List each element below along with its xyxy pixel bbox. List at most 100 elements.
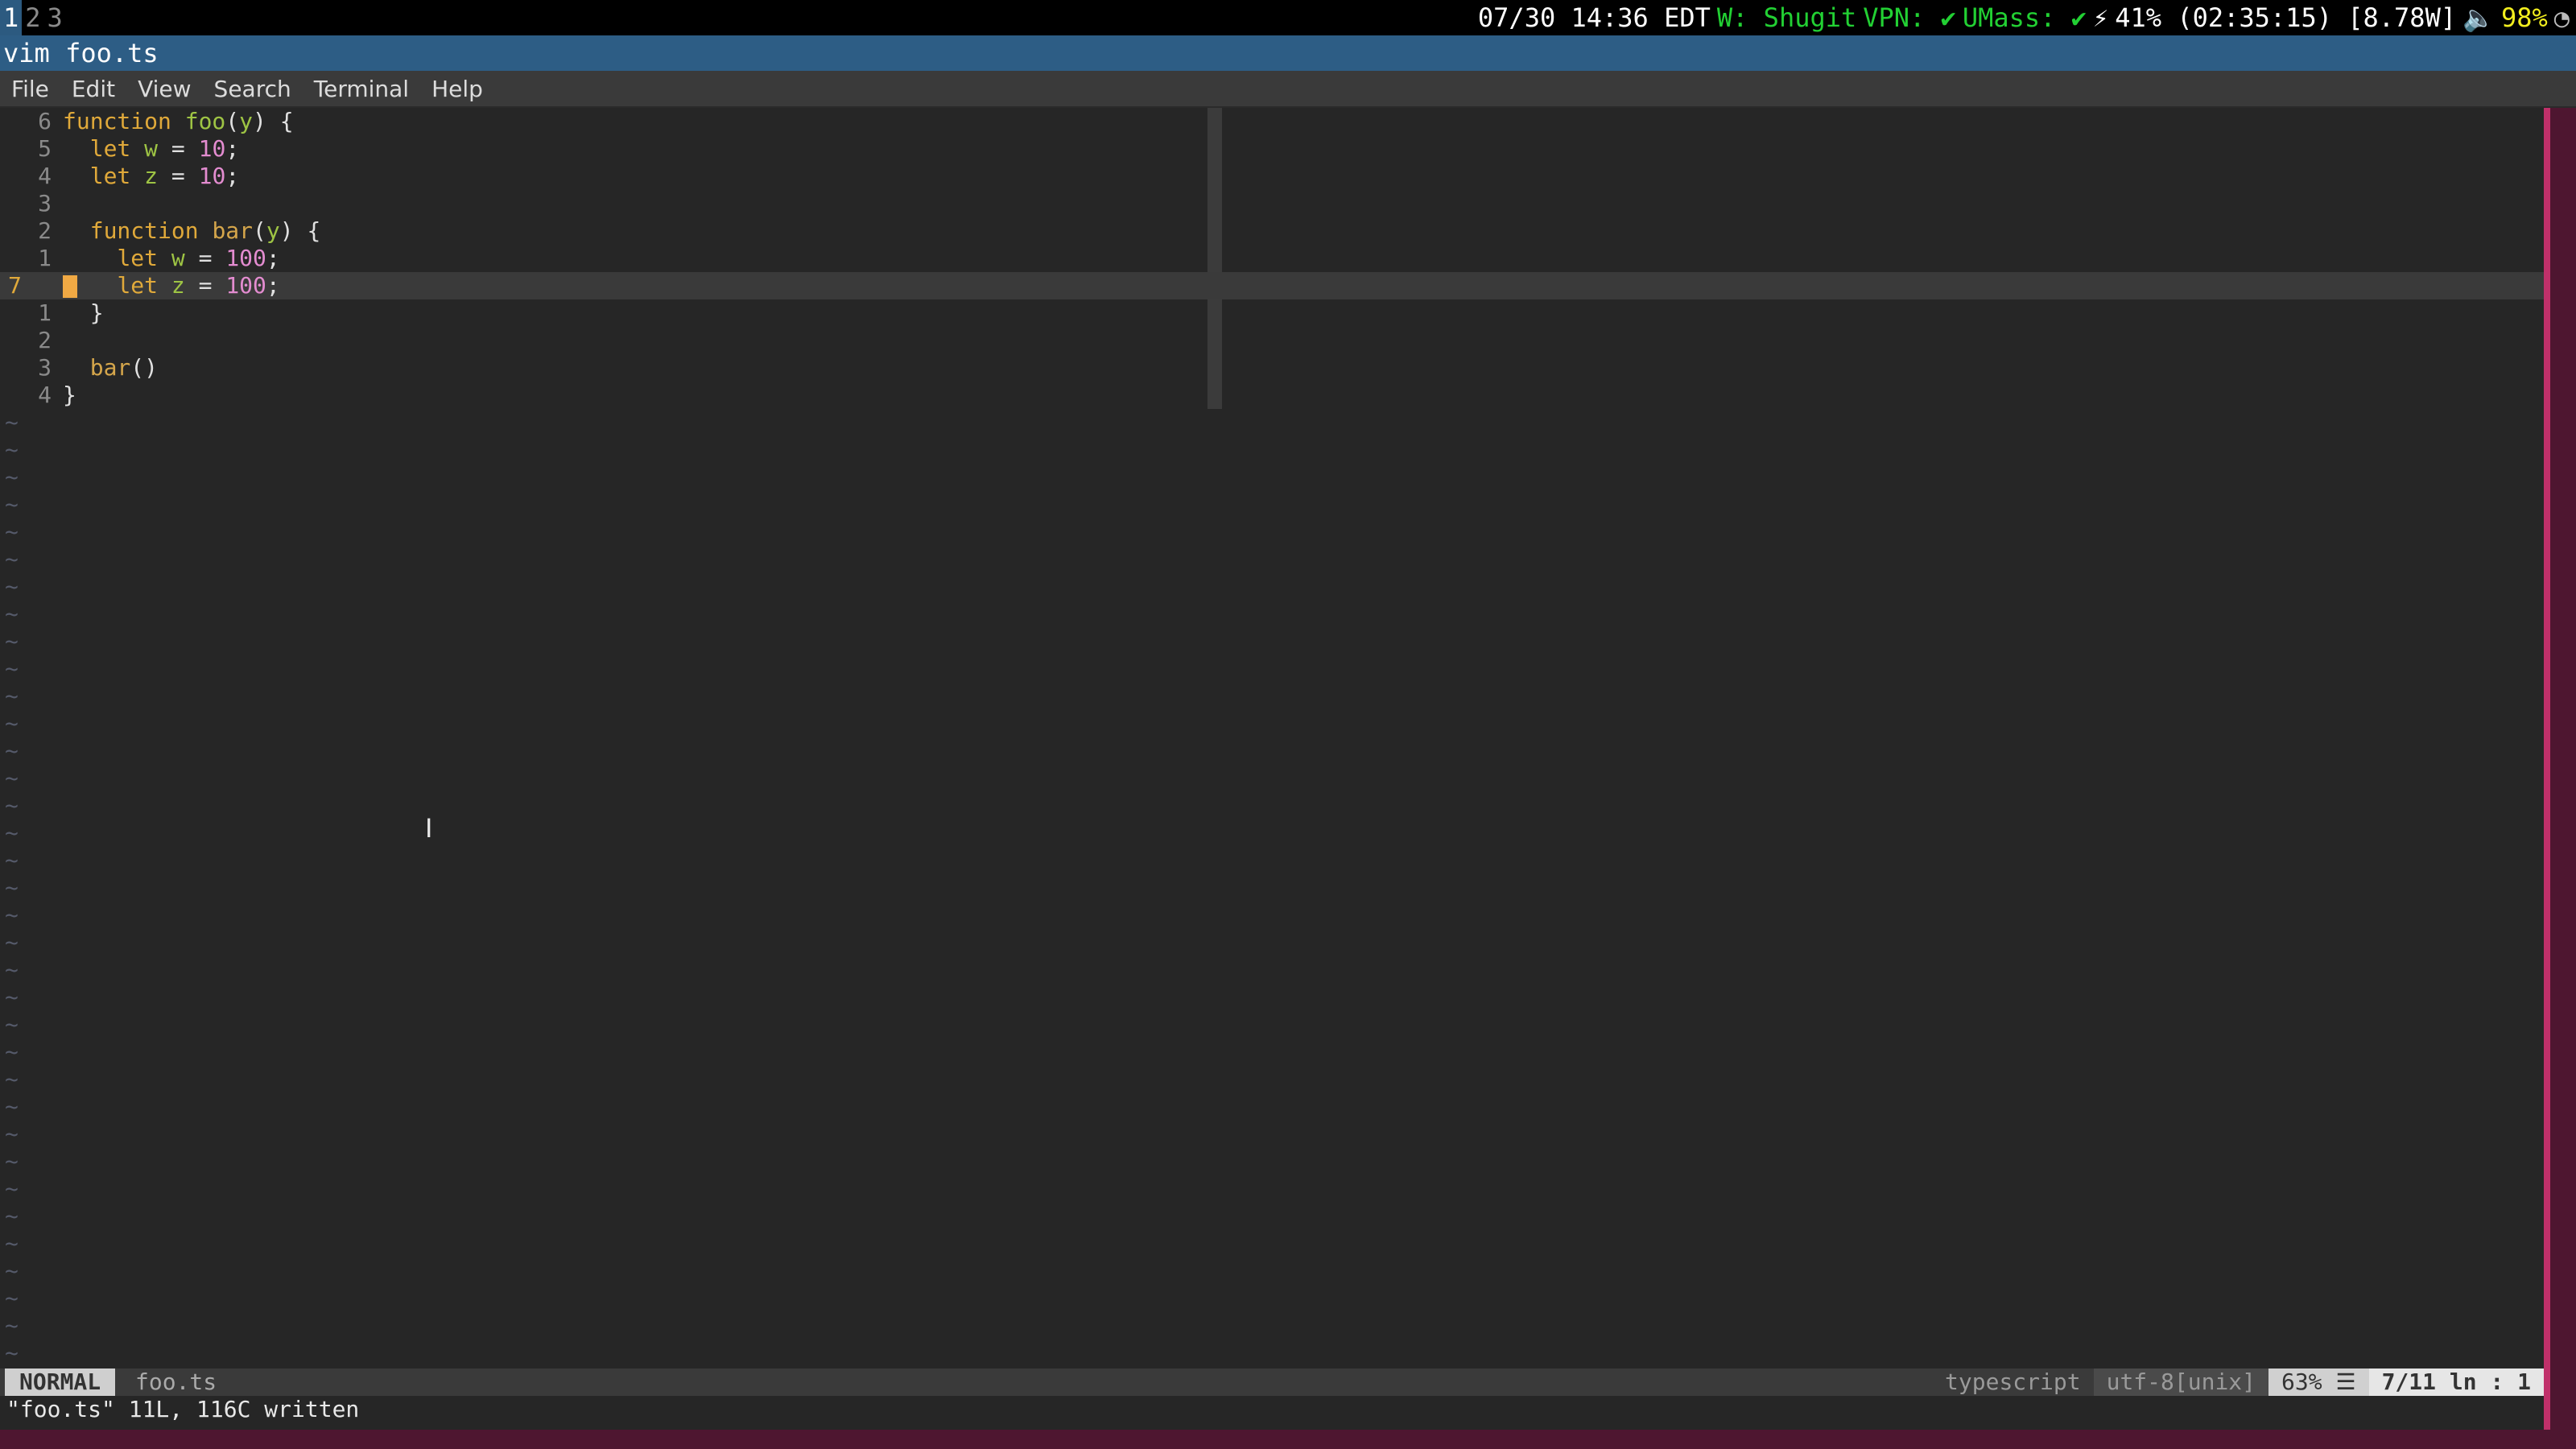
code-line[interactable]: 1 let w = 100; [0,245,2544,272]
menu-edit[interactable]: Edit [60,76,126,102]
empty-line-tilde: ~ [5,792,19,819]
empty-line-tilde: ~ [5,737,19,764]
line-number: 4 [38,382,52,408]
code-text[interactable]: let w = 100; [63,245,279,272]
network-icon: ◔ [2553,2,2570,33]
umass-status: UMass: ✔ [1962,2,2087,33]
empty-line-tilde: ~ [5,1175,19,1202]
text-cursor-icon: I [425,813,433,844]
window-border-accent [2544,108,2550,1430]
line-number: 1 [38,299,52,326]
wifi-status: W: Shugit [1716,2,1857,33]
block-cursor [63,275,77,298]
empty-line-tilde: ~ [5,601,19,627]
battery-icon: ⚡ [2092,2,2109,33]
empty-line-tilde: ~ [5,1038,19,1065]
empty-line-tilde: ~ [5,1257,19,1284]
empty-line-tilde: ~ [5,1230,19,1257]
empty-line-tilde: ~ [5,710,19,737]
empty-line-tilde: ~ [5,573,19,600]
empty-line-tilde: ~ [5,956,19,983]
menu-help[interactable]: Help [420,76,494,102]
line-number: 2 [38,217,52,244]
empty-line-tilde: ~ [5,929,19,956]
empty-line-tilde: ~ [5,464,19,490]
empty-line-tilde: ~ [5,436,19,463]
encoding: utf-8[unix] [2093,1368,2269,1396]
code-line[interactable]: 1 } [0,299,2544,327]
empty-line-tilde: ~ [5,1285,19,1311]
command-line[interactable]: "foo.ts" 11L, 116C written [0,1396,2544,1430]
empty-line-tilde: ~ [5,491,19,518]
code-line[interactable]: 4} [0,382,2544,409]
code-text[interactable]: bar() [63,354,158,382]
scroll-percent: 63% ☰ [2268,1368,2369,1396]
code-line[interactable]: 7 let z = 100; [0,272,2544,299]
line-number: 4 [38,163,52,189]
menu-view[interactable]: View [126,76,202,102]
empty-line-tilde: ~ [5,518,19,545]
volume-status: 98% [2500,2,2548,33]
menu-search[interactable]: Search [203,76,303,102]
code-text[interactable]: function foo(y) { [63,108,294,135]
empty-line-tilde: ~ [5,655,19,682]
code-line[interactable]: 2 [0,327,2544,354]
vim-statusline: NORMAL foo.ts typescript utf-8[unix] 63%… [0,1368,2544,1396]
empty-line-tilde: ~ [5,847,19,873]
code-text[interactable]: let z = 10; [63,163,239,190]
empty-line-tilde: ~ [5,628,19,654]
menu-terminal[interactable]: Terminal [303,76,420,102]
empty-line-tilde: ~ [5,1121,19,1147]
code-text[interactable]: } [63,382,76,409]
empty-line-tilde: ~ [5,765,19,791]
terminal-title: vim foo.ts [0,35,2576,71]
empty-line-tilde: ~ [5,683,19,709]
code-line[interactable]: 4 let z = 10; [0,163,2544,190]
code-line[interactable]: 5 let w = 10; [0,135,2544,163]
menu-file[interactable]: File [0,76,60,102]
filetype: typescript [1932,1368,2094,1396]
empty-line-tilde: ~ [5,1340,19,1366]
empty-line-tilde: ~ [5,1148,19,1174]
battery-status: 41% (02:35:15) [8.78W] [2115,2,2457,33]
datetime: 07/30 14:36 EDT [1477,2,1711,33]
empty-line-tilde: ~ [5,409,19,436]
empty-line-tilde: ~ [5,546,19,572]
system-status: 07/30 14:36 EDT W: Shugit VPN: ✔ UMass: … [1472,0,2570,35]
cursor-position: 7/11 ln : 1 [2368,1368,2544,1396]
statusline-filename: foo.ts [135,1368,217,1395]
menu-bar: File Edit View Search Terminal Help [0,71,2576,108]
line-number: 1 [38,245,52,271]
empty-line-tilde: ~ [5,1066,19,1092]
code-text[interactable]: let w = 10; [63,135,239,163]
line-number: 3 [38,190,52,217]
empty-line-tilde: ~ [5,1011,19,1038]
empty-line-tilde: ~ [5,1203,19,1229]
empty-line-tilde: ~ [5,902,19,928]
mode-indicator: NORMAL [5,1368,116,1396]
vim-editor[interactable]: 6 function foo(y) {5 let w = 10; 4 let z =… [0,108,2544,1368]
line-number: 2 [38,327,52,353]
workspace-1[interactable]: 1 [0,0,23,35]
workspace-2[interactable]: 2 [22,0,43,35]
top-status-bar: 123 07/30 14:36 EDT W: Shugit VPN: ✔ UMa… [0,0,2576,35]
code-line[interactable]: 2 function bar(y) { [0,217,2544,245]
line-number: 5 [38,135,52,162]
empty-line-tilde: ~ [5,819,19,846]
workspace-3[interactable]: 3 [44,0,66,35]
code-line[interactable]: 3 bar() [0,354,2544,382]
code-text[interactable]: let z = 100; [63,272,279,299]
code-line[interactable]: 6 function foo(y) { [0,108,2544,135]
line-number: 7 [8,272,22,299]
volume-icon: 🔈 [2462,2,2495,33]
code-line[interactable]: 3 [0,190,2544,217]
empty-line-tilde: ~ [5,1093,19,1120]
empty-line-tilde: ~ [5,874,19,901]
vpn-status: VPN: ✔ [1863,2,1956,33]
code-text[interactable]: function bar(y) { [63,217,321,245]
empty-line-tilde: ~ [5,984,19,1010]
window-bottom-border [0,1430,2576,1449]
empty-line-tilde: ~ [5,1312,19,1339]
code-text[interactable]: } [63,299,104,327]
line-number: 6 [38,108,52,134]
